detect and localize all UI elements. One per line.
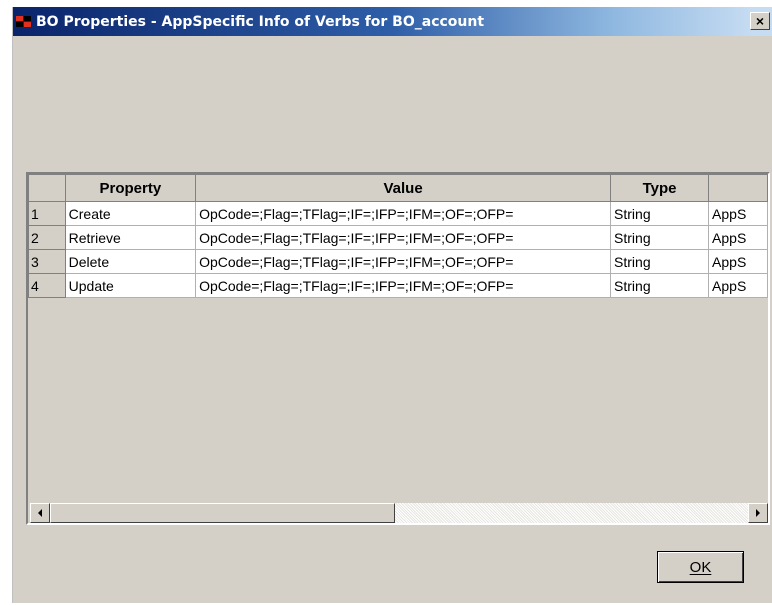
arrow-left-icon (38, 509, 42, 517)
horizontal-scrollbar[interactable] (30, 502, 768, 523)
appspecific-cell[interactable]: AppS (708, 249, 768, 274)
table-row[interactable]: 4 Update OpCode=;Flag=;TFlag=;IF=;IFP=;I… (28, 273, 768, 298)
property-cell[interactable]: Update (64, 273, 197, 298)
scroll-left-button[interactable] (30, 503, 50, 523)
property-cell[interactable]: Create (64, 201, 197, 226)
header-row: Property Value Type (28, 174, 768, 202)
app-icon (15, 13, 33, 31)
property-cell[interactable]: Retrieve (64, 225, 197, 250)
close-button[interactable]: × (750, 12, 770, 30)
grid-empty-area (28, 300, 768, 500)
table-row[interactable]: 2 Retrieve OpCode=;Flag=;TFlag=;IF=;IFP=… (28, 225, 768, 250)
type-cell[interactable]: String (610, 273, 710, 298)
ok-label: OK (689, 558, 712, 576)
row-number[interactable]: 4 (28, 273, 66, 298)
type-cell[interactable]: String (610, 201, 710, 226)
close-icon: × (755, 13, 765, 29)
scroll-thumb[interactable] (50, 503, 395, 523)
arrow-right-icon (756, 509, 760, 517)
row-number[interactable]: 1 (28, 201, 66, 226)
properties-dialog: BO Properties - AppSpecific Info of Verb… (12, 7, 772, 603)
row-number[interactable]: 3 (28, 249, 66, 274)
row-number[interactable]: 2 (28, 225, 66, 250)
appspecific-cell[interactable]: AppS (708, 225, 768, 250)
ok-button[interactable]: OK (657, 551, 744, 583)
table-row[interactable]: 1 Create OpCode=;Flag=;TFlag=;IF=;IFP=;I… (28, 201, 768, 226)
property-cell[interactable]: Delete (64, 249, 197, 274)
appspecific-cell[interactable]: AppS (708, 273, 768, 298)
header-corner[interactable] (28, 174, 66, 202)
type-cell[interactable]: String (610, 225, 710, 250)
value-cell[interactable]: OpCode=;Flag=;TFlag=;IF=;IFP=;IFM=;OF=;O… (195, 273, 612, 298)
properties-grid[interactable]: Property Value Type 1 Create OpCode=;Fla… (26, 172, 770, 525)
type-cell[interactable]: String (610, 249, 710, 274)
window-title: BO Properties - AppSpecific Info of Verb… (36, 13, 485, 30)
header-property[interactable]: Property (64, 174, 197, 202)
header-value[interactable]: Value (195, 174, 612, 202)
scroll-right-button[interactable] (748, 503, 768, 523)
properties-table: Property Value Type 1 Create OpCode=;Fla… (28, 174, 768, 298)
title-bar[interactable]: BO Properties - AppSpecific Info of Verb… (13, 7, 772, 36)
value-cell[interactable]: OpCode=;Flag=;TFlag=;IF=;IFP=;IFM=;OF=;O… (195, 201, 612, 226)
table-row[interactable]: 3 Delete OpCode=;Flag=;TFlag=;IF=;IFP=;I… (28, 249, 768, 274)
value-cell[interactable]: OpCode=;Flag=;TFlag=;IF=;IFP=;IFM=;OF=;O… (195, 225, 612, 250)
value-cell[interactable]: OpCode=;Flag=;TFlag=;IF=;IFP=;IFM=;OF=;O… (195, 249, 612, 274)
header-type[interactable]: Type (610, 174, 710, 202)
appspecific-cell[interactable]: AppS (708, 201, 768, 226)
header-extra[interactable] (708, 174, 768, 202)
